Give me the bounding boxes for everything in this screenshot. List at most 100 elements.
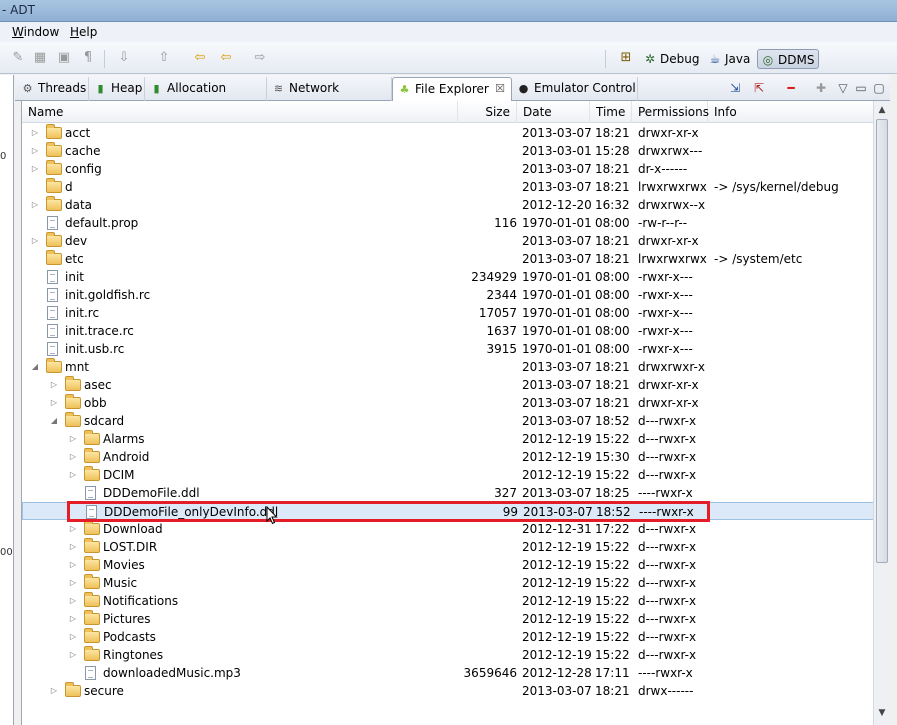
expanded-arrow-icon[interactable]: ◢: [49, 412, 59, 430]
col-permissions[interactable]: Permissions: [632, 101, 709, 123]
toggle-mark-icon[interactable]: ▦: [32, 51, 48, 65]
folder-row[interactable]: ▷ Ringtones 2012-12-19 15:22 d---rwxr-x: [22, 646, 873, 664]
maximize-icon[interactable]: ▢: [870, 79, 888, 97]
collapsed-arrow-icon[interactable]: ▷: [68, 466, 78, 484]
collapsed-arrow-icon[interactable]: ▷: [30, 124, 40, 142]
tab-threads[interactable]: ⚙ Threads: [16, 77, 89, 101]
show-whitespace-icon[interactable]: ¶: [80, 51, 96, 65]
new-folder-icon[interactable]: ✚: [812, 79, 830, 97]
tab-file-explorer[interactable]: ♣ File Explorer ☒: [392, 77, 512, 101]
col-name[interactable]: Name: [22, 101, 458, 123]
block-select-icon[interactable]: ▣: [56, 51, 72, 65]
toggle-breakpoint-icon[interactable]: ✎: [10, 51, 26, 65]
file-time: 18:21: [595, 360, 630, 374]
delete-icon[interactable]: ━: [782, 79, 800, 97]
file-row[interactable]: init.usb.rc 3915 1970-01-01 08:00 -rwxr-x---: [22, 340, 873, 358]
folder-row[interactable]: ▷ dev 2013-03-07 18:21 drwxr-xr-x: [22, 232, 873, 250]
collapsed-arrow-icon[interactable]: ▷: [68, 538, 78, 556]
file-row[interactable]: init.trace.rc 1637 1970-01-01 08:00 -rwxr-x-…: [22, 322, 873, 340]
folder-icon: [46, 250, 62, 265]
folder-row[interactable]: ◢ sdcard 2013-03-07 18:52 d---rwxr-x: [22, 412, 873, 430]
folder-row[interactable]: d 2013-03-07 18:21 lrwxrwxrwx -> /sys/kernel…: [22, 178, 873, 196]
menu-window[interactable]: Window: [12, 25, 59, 39]
file-row[interactable]: init.rc 17057 1970-01-01 08:00 -rwxr-x---: [22, 304, 873, 322]
collapsed-arrow-icon[interactable]: ▷: [68, 448, 78, 466]
open-perspective-icon[interactable]: ⊞: [618, 51, 634, 65]
minimize-icon[interactable]: ▭: [852, 79, 870, 97]
folder-row[interactable]: etc 2013-03-07 18:21 lrwxrwxrwx -> /system/e…: [22, 250, 873, 268]
collapsed-arrow-icon[interactable]: ▷: [49, 682, 59, 700]
folder-row[interactable]: ◢ mnt 2013-03-07 18:21 drwxrwxr-x: [22, 358, 873, 376]
folder-row[interactable]: ▷ Pictures 2012-12-19 15:22 d---rwxr-x: [22, 610, 873, 628]
file-row[interactable]: default.prop 116 1970-01-01 08:00 -rw-r--r--: [22, 214, 873, 232]
folder-row[interactable]: ▷ obb 2013-03-07 18:21 drwxr-xr-x: [22, 394, 873, 412]
file-row[interactable]: init 234929 1970-01-01 08:00 -rwxr-x---: [22, 268, 873, 286]
tab-emulator-control[interactable]: ● Emulator Control: [512, 77, 638, 101]
last-edit-location-icon[interactable]: ⇦: [192, 51, 208, 65]
tab-network-statistics[interactable]: ≋ Network Statistics: [267, 77, 392, 117]
folder-row[interactable]: ▷ Notifications 2012-12-19 15:22 d---rwxr-x: [22, 592, 873, 610]
close-tab-icon[interactable]: ☒: [495, 78, 505, 100]
collapsed-arrow-icon[interactable]: ▷: [68, 430, 78, 448]
collapsed-arrow-icon[interactable]: ▷: [68, 610, 78, 628]
file-name: Ringtones: [103, 648, 164, 662]
folder-row[interactable]: ▷ config 2013-03-07 18:21 dr-x------: [22, 160, 873, 178]
folder-row[interactable]: ▷ Alarms 2012-12-19 15:22 d---rwxr-x: [22, 430, 873, 448]
folder-row[interactable]: ▷ DCIM 2012-12-19 15:22 d---rwxr-x: [22, 466, 873, 484]
perspective-debug[interactable]: ✲ Debug: [640, 49, 703, 69]
folder-row[interactable]: ▷ asec 2013-03-07 18:21 drwxr-xr-x: [22, 376, 873, 394]
folder-row[interactable]: ▷ Movies 2012-12-19 15:22 d---rwxr-x: [22, 556, 873, 574]
file-permissions: -rw-r--r--: [638, 216, 688, 230]
file-row[interactable]: DDDemoFile.ddl 327 2013-03-07 18:25 ----rwxr…: [22, 484, 873, 502]
perspective-java[interactable]: ☕ Java: [705, 49, 754, 69]
view-menu-icon[interactable]: ▽: [834, 79, 852, 97]
collapsed-arrow-icon[interactable]: ▷: [68, 556, 78, 574]
forward-arrow-icon[interactable]: ⇨: [252, 51, 268, 65]
menu-help[interactable]: Help: [70, 25, 97, 39]
collapsed-arrow-icon[interactable]: ▷: [30, 196, 40, 214]
collapsed-arrow-icon[interactable]: ▷: [68, 592, 78, 610]
folder-row[interactable]: ▷ data 2012-12-20 16:32 drwxrwx--x: [22, 196, 873, 214]
file-row[interactable]: init.goldfish.rc 2344 1970-01-01 08:00 -rwxr…: [22, 286, 873, 304]
scroll-down-icon[interactable]: ▼: [874, 705, 890, 721]
folder-row[interactable]: ▷ Music 2012-12-19 15:22 d---rwxr-x: [22, 574, 873, 592]
next-annotation-icon[interactable]: ⇩: [116, 51, 132, 65]
tab-allocation-tracker[interactable]: ▮ Allocation Tracker: [145, 77, 267, 117]
vertical-scrollbar[interactable]: ▲ ▼: [873, 101, 890, 725]
collapsed-arrow-icon[interactable]: ▷: [49, 394, 59, 412]
folder-row[interactable]: ▷ LOST.DIR 2012-12-19 15:22 d---rwxr-x: [22, 538, 873, 556]
col-time[interactable]: Time: [590, 101, 632, 123]
collapsed-arrow-icon[interactable]: ▷: [30, 232, 40, 250]
tab-heap[interactable]: ▮ Heap: [89, 77, 145, 101]
file-name: init.usb.rc: [65, 342, 125, 356]
back-arrow-icon[interactable]: ⇦: [218, 51, 234, 65]
push-file-icon[interactable]: ⇱: [750, 79, 768, 97]
expanded-arrow-icon[interactable]: ◢: [30, 358, 40, 376]
file-row[interactable]: downloadedMusic.mp3 3659646 2012-12-28 17:1…: [22, 664, 873, 682]
pull-file-icon[interactable]: ⇲: [726, 79, 744, 97]
col-size[interactable]: Size: [458, 101, 517, 123]
collapsed-arrow-icon[interactable]: ▷: [30, 160, 40, 178]
folder-row[interactable]: ▷ acct 2013-03-07 18:21 drwxr-xr-x: [22, 124, 873, 142]
scrollbar-thumb[interactable]: [876, 119, 888, 563]
collapsed-arrow-icon[interactable]: ▷: [49, 376, 59, 394]
collapsed-arrow-icon[interactable]: ▷: [68, 574, 78, 592]
previous-annotation-icon[interactable]: ⇧: [156, 51, 172, 65]
file-time: 18:52: [595, 414, 630, 428]
folder-row[interactable]: ▷ secure 2013-03-07 18:21 drwx------: [22, 682, 873, 700]
scroll-up-icon[interactable]: ▲: [874, 102, 890, 118]
col-info[interactable]: Info: [708, 101, 873, 123]
folder-row[interactable]: ▷ cache 2013-03-01 15:28 drwxrwx---: [22, 142, 873, 160]
file-permissions: ----rwxr-x: [638, 666, 693, 680]
perspective-ddms[interactable]: ◎ DDMS: [757, 49, 820, 69]
collapsed-arrow-icon[interactable]: ▷: [68, 646, 78, 664]
collapsed-arrow-icon[interactable]: ▷: [30, 142, 40, 160]
folder-row[interactable]: ▷ Podcasts 2012-12-19 15:22 d---rwxr-x: [22, 628, 873, 646]
collapsed-arrow-icon[interactable]: ▷: [68, 520, 78, 538]
folder-row[interactable]: ▷ Download 2012-12-31 17:22 d---rwxr-x: [22, 520, 873, 538]
file-size: [437, 178, 517, 196]
file-permissions: d---rwxr-x: [638, 432, 697, 446]
folder-row[interactable]: ▷ Android 2012-12-19 15:30 d---rwxr-x: [22, 448, 873, 466]
collapsed-arrow-icon[interactable]: ▷: [68, 628, 78, 646]
col-date[interactable]: Date: [517, 101, 590, 123]
